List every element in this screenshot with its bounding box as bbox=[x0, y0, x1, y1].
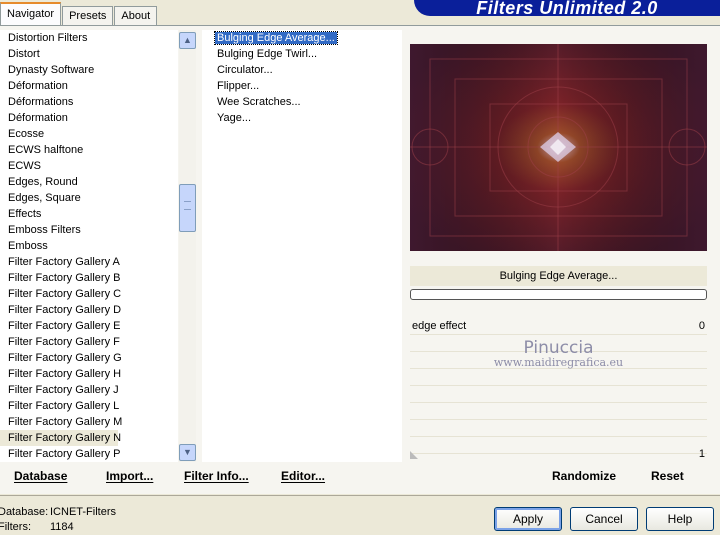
parameter-row bbox=[410, 386, 707, 403]
category-item[interactable]: Filter Factory Gallery N bbox=[0, 430, 121, 446]
filter-item[interactable]: Circulator... bbox=[202, 62, 402, 78]
tab-about[interactable]: About bbox=[114, 6, 158, 25]
filters-count: 1184 bbox=[50, 521, 74, 533]
editor-button[interactable]: Editor... bbox=[281, 469, 325, 483]
progress-bar bbox=[410, 289, 707, 300]
category-item[interactable]: Emboss bbox=[0, 238, 178, 254]
category-item[interactable]: Dynasty Software bbox=[0, 62, 178, 78]
category-item[interactable]: Filter Factory Gallery C bbox=[0, 286, 178, 302]
category-item[interactable]: Emboss Filters bbox=[0, 222, 178, 238]
selected-filter-name: Bulging Edge Average... bbox=[410, 266, 707, 286]
parameter-row bbox=[410, 420, 707, 437]
category-item[interactable]: Filter Factory Gallery F bbox=[0, 334, 178, 350]
filter-item[interactable]: Flipper... bbox=[202, 78, 402, 94]
category-list[interactable]: Distortion Filters Distort Dynasty Softwar… bbox=[0, 30, 178, 462]
preview-artwork bbox=[410, 44, 707, 251]
parameter-list: edge effect 0 bbox=[410, 318, 707, 454]
parameter-row bbox=[410, 403, 707, 420]
filter-info-button[interactable]: Filter Info... bbox=[184, 469, 249, 483]
filter-item-label: Circulator... bbox=[217, 64, 273, 76]
category-item[interactable]: Filter Factory Gallery D bbox=[0, 302, 178, 318]
filter-item-label: Flipper... bbox=[217, 80, 260, 92]
category-item[interactable]: Déformation bbox=[0, 78, 178, 94]
filter-item-label: Bulging Edge Twirl... bbox=[217, 48, 318, 60]
category-item[interactable]: Déformations bbox=[0, 94, 178, 110]
category-item[interactable]: ECWS bbox=[0, 158, 178, 174]
parameter-value: 0 bbox=[698, 320, 705, 332]
category-item[interactable]: Distortion Filters bbox=[0, 30, 178, 46]
slider-value: 1 bbox=[698, 448, 705, 460]
tab-bar: Navigator Presets About bbox=[0, 2, 158, 25]
database-button[interactable]: Database bbox=[14, 469, 67, 483]
database-label: Database: bbox=[0, 506, 49, 518]
parameter-label: edge effect bbox=[412, 320, 467, 332]
import-button[interactable]: Import... bbox=[106, 469, 153, 483]
cancel-button[interactable]: Cancel bbox=[570, 507, 638, 531]
filter-item[interactable]: Bulging Edge Twirl... bbox=[202, 46, 402, 62]
category-item[interactable]: Ecosse bbox=[0, 126, 178, 142]
category-item[interactable]: ECWS halftone bbox=[0, 142, 178, 158]
filter-item-label: Wee Scratches... bbox=[217, 96, 301, 108]
filters-unlimited-banner: Filters Unlimited 2.0 bbox=[414, 0, 720, 16]
category-item[interactable]: Edges, Round bbox=[0, 174, 178, 190]
category-item[interactable]: Filter Factory Gallery P bbox=[0, 446, 178, 462]
filter-item[interactable]: Bulging Edge Average... bbox=[202, 30, 402, 46]
category-item[interactable]: Edges, Square bbox=[0, 190, 178, 206]
filter-item-label: Bulging Edge Average... bbox=[214, 31, 338, 45]
parameter-row bbox=[410, 352, 707, 369]
database-value: ICNET-Filters bbox=[50, 506, 116, 518]
category-item[interactable]: Filter Factory Gallery E bbox=[0, 318, 178, 334]
scroll-up-arrow-icon[interactable]: ▲ bbox=[179, 32, 196, 49]
filters-label: Filters: bbox=[0, 521, 31, 533]
filter-preview-image bbox=[410, 44, 707, 251]
scroll-thumb[interactable] bbox=[179, 184, 196, 232]
database-stats: Database: ICNET-Filters Filters: 1184 bbox=[0, 505, 116, 535]
parameter-row bbox=[410, 369, 707, 386]
category-item[interactable]: Déformation bbox=[0, 110, 178, 126]
parameter-row bbox=[410, 335, 707, 352]
category-scrollbar[interactable]: ▲ ▼ bbox=[179, 30, 196, 462]
filter-list[interactable]: Bulging Edge Average... Bulging Edge Twir… bbox=[202, 30, 402, 462]
tab-navigator[interactable]: Navigator bbox=[0, 2, 62, 25]
category-item[interactable]: Filter Factory Gallery G bbox=[0, 350, 178, 366]
tab-presets[interactable]: Presets bbox=[62, 6, 114, 25]
category-item[interactable]: Filter Factory Gallery A bbox=[0, 254, 178, 270]
category-item[interactable]: Filter Factory Gallery L bbox=[0, 398, 178, 414]
apply-button[interactable]: Apply bbox=[494, 507, 562, 531]
reset-button[interactable]: Reset bbox=[651, 469, 684, 483]
category-item[interactable]: Filter Factory Gallery B bbox=[0, 270, 178, 286]
category-item[interactable]: Filter Factory Gallery H bbox=[0, 366, 178, 382]
footer-divider bbox=[0, 495, 720, 496]
filter-item-label: Yage... bbox=[217, 112, 252, 124]
help-button[interactable]: Help bbox=[646, 507, 714, 531]
category-item[interactable]: Effects bbox=[0, 206, 178, 222]
filter-item[interactable]: Yage... bbox=[202, 110, 402, 126]
parameter-slider[interactable]: 1 bbox=[410, 447, 707, 461]
category-item[interactable]: Filter Factory Gallery M bbox=[0, 414, 178, 430]
scroll-down-arrow-icon[interactable]: ▼ bbox=[179, 444, 196, 461]
filter-item[interactable]: Wee Scratches... bbox=[202, 94, 402, 110]
parameter-row[interactable]: edge effect 0 bbox=[410, 318, 707, 335]
slider-ramp-icon bbox=[410, 451, 418, 459]
randomize-button[interactable]: Randomize bbox=[552, 469, 616, 483]
category-item[interactable]: Filter Factory Gallery J bbox=[0, 382, 178, 398]
category-item[interactable]: Distort bbox=[0, 46, 178, 62]
